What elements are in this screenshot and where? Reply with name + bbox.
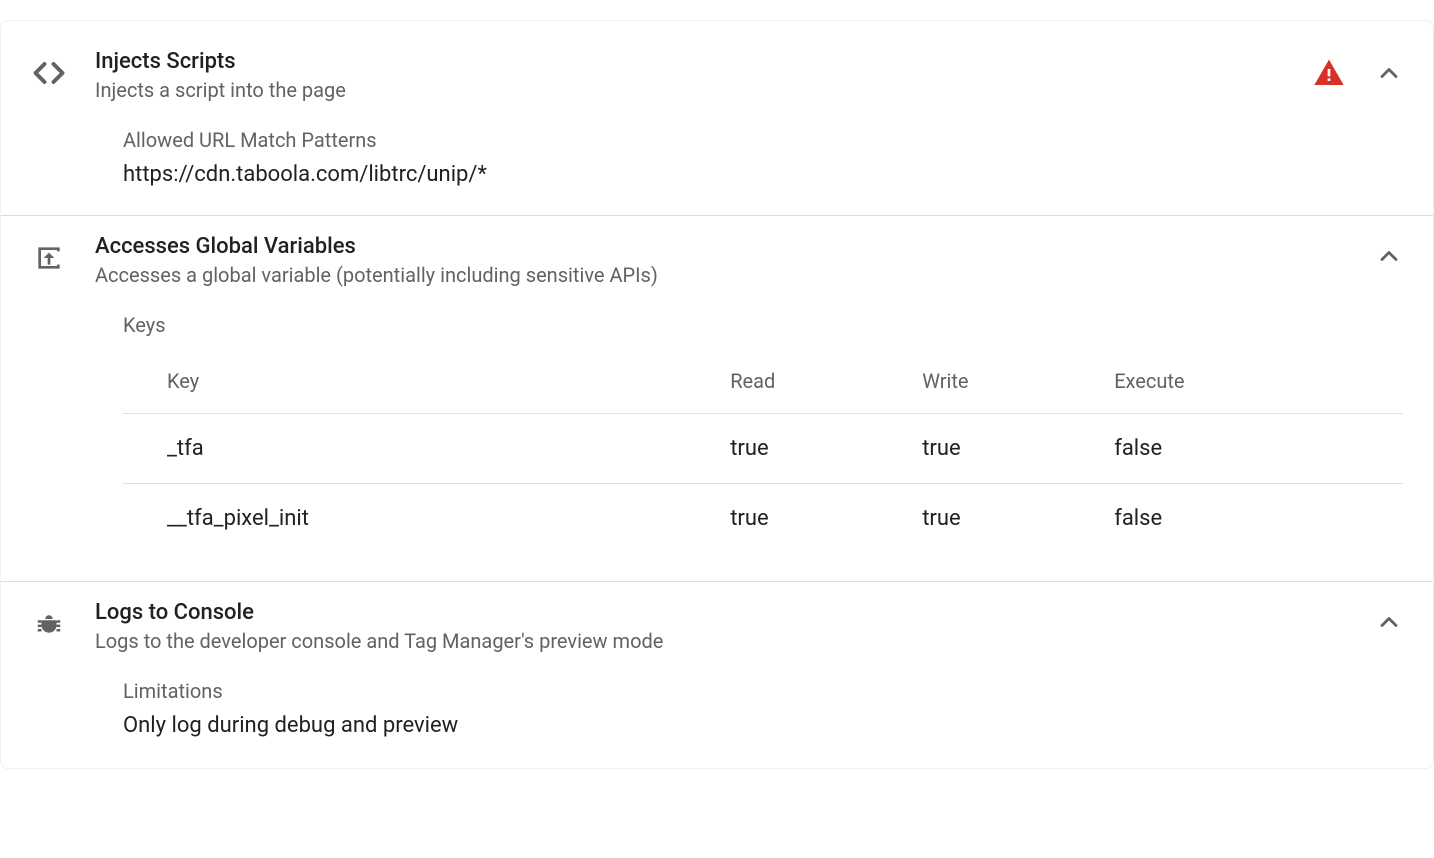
col-key: Key bbox=[123, 349, 686, 414]
cell-key: _tfa bbox=[123, 414, 686, 484]
section-title: Injects Scripts bbox=[95, 49, 1285, 74]
section-title: Logs to Console bbox=[95, 600, 1347, 625]
code-icon bbox=[31, 55, 67, 91]
col-execute: Execute bbox=[1070, 349, 1262, 414]
cell-read: true bbox=[686, 414, 878, 484]
cell-write: true bbox=[878, 484, 1070, 554]
collapse-toggle[interactable] bbox=[1375, 59, 1403, 87]
table-row: __tfa_pixel_init true true false bbox=[123, 484, 1403, 554]
url-patterns-label: Allowed URL Match Patterns bbox=[123, 128, 1403, 152]
warning-icon bbox=[1313, 57, 1345, 89]
collapse-toggle[interactable] bbox=[1375, 608, 1403, 636]
cell-write: true bbox=[878, 414, 1070, 484]
limitations-label: Limitations bbox=[123, 679, 1403, 703]
table-row: _tfa true true false bbox=[123, 414, 1403, 484]
cell-key: __tfa_pixel_init bbox=[123, 484, 686, 554]
collapse-toggle[interactable] bbox=[1375, 242, 1403, 270]
section-injects-scripts: Injects Scripts Injects a script into th… bbox=[1, 31, 1433, 187]
keys-label: Keys bbox=[123, 313, 1403, 337]
section-logs-console: Logs to Console Logs to the developer co… bbox=[1, 582, 1433, 738]
col-write: Write bbox=[878, 349, 1070, 414]
bug-icon bbox=[31, 606, 67, 642]
permissions-panel: Injects Scripts Injects a script into th… bbox=[0, 20, 1434, 769]
section-global-variables: Accesses Global Variables Accesses a glo… bbox=[1, 216, 1433, 553]
cell-execute: false bbox=[1070, 414, 1262, 484]
cell-execute: false bbox=[1070, 484, 1262, 554]
section-subtitle: Accesses a global variable (potentially … bbox=[95, 263, 1347, 287]
limitations-value: Only log during debug and preview bbox=[123, 713, 1403, 738]
section-title: Accesses Global Variables bbox=[95, 234, 1347, 259]
section-subtitle: Logs to the developer console and Tag Ma… bbox=[95, 629, 1347, 653]
cell-read: true bbox=[686, 484, 878, 554]
keys-table: Key Read Write Execute _tfa true true fa… bbox=[123, 349, 1403, 553]
section-subtitle: Injects a script into the page bbox=[95, 78, 1285, 102]
url-patterns-value: https://cdn.taboola.com/libtrc/unip/* bbox=[123, 162, 1403, 187]
global-upload-icon bbox=[31, 240, 67, 276]
col-read: Read bbox=[686, 349, 878, 414]
table-header-row: Key Read Write Execute bbox=[123, 349, 1403, 414]
